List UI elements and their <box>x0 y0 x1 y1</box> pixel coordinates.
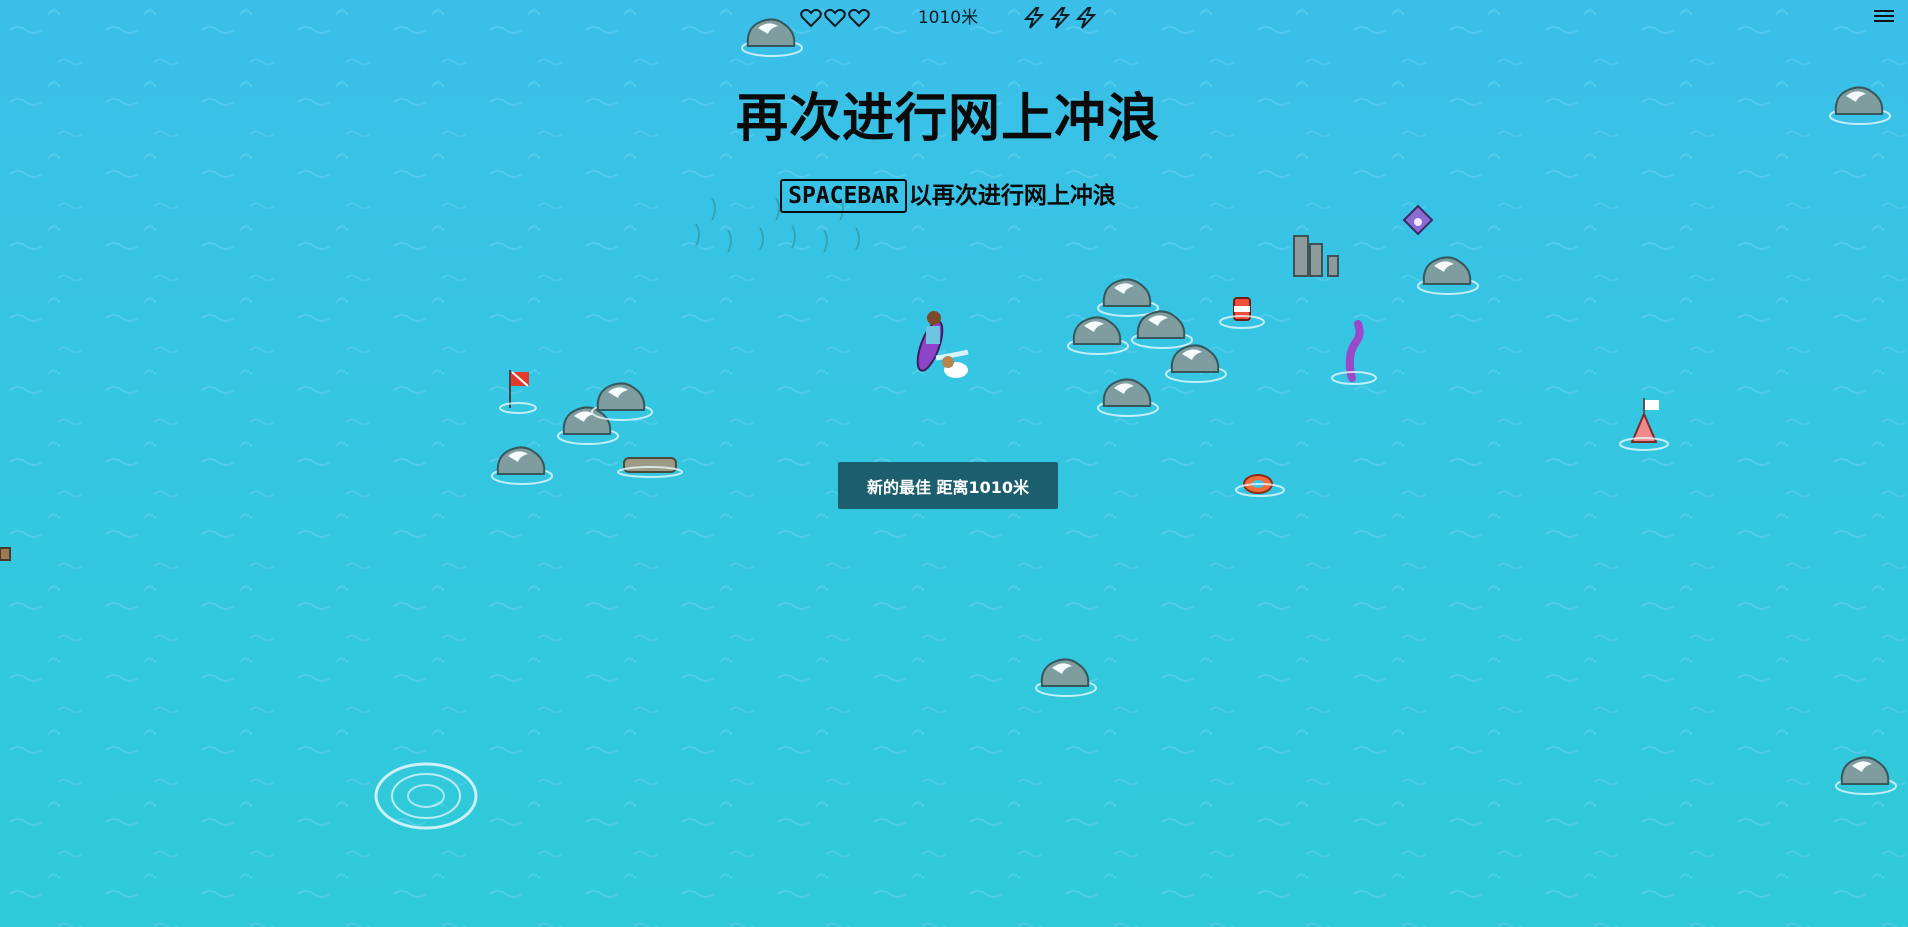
distance-counter: 1010米 <box>917 8 979 28</box>
lightning-icon <box>1075 7 1097 29</box>
heart-icon <box>800 8 822 28</box>
heart-icon <box>848 8 870 28</box>
lives-display <box>800 5 870 31</box>
lightning-icon <box>1023 7 1045 29</box>
debris-icon <box>0 547 11 561</box>
restart-instruction: SPACEBAR 以再次进行网上冲浪 <box>0 176 1896 213</box>
restart-instruction-text: 以再次进行网上冲浪 <box>908 183 1116 209</box>
heart-icon <box>824 8 846 28</box>
menu-icon[interactable] <box>1874 6 1894 26</box>
game-over-title: 再次进行网上冲浪 <box>735 89 1160 149</box>
spacebar-key: SPACEBAR <box>780 179 907 213</box>
lightning-icon <box>1049 7 1071 29</box>
boosts-display <box>1022 5 1098 31</box>
best-distance-button[interactable]: 新的最佳 距离1010米 <box>838 462 1058 509</box>
